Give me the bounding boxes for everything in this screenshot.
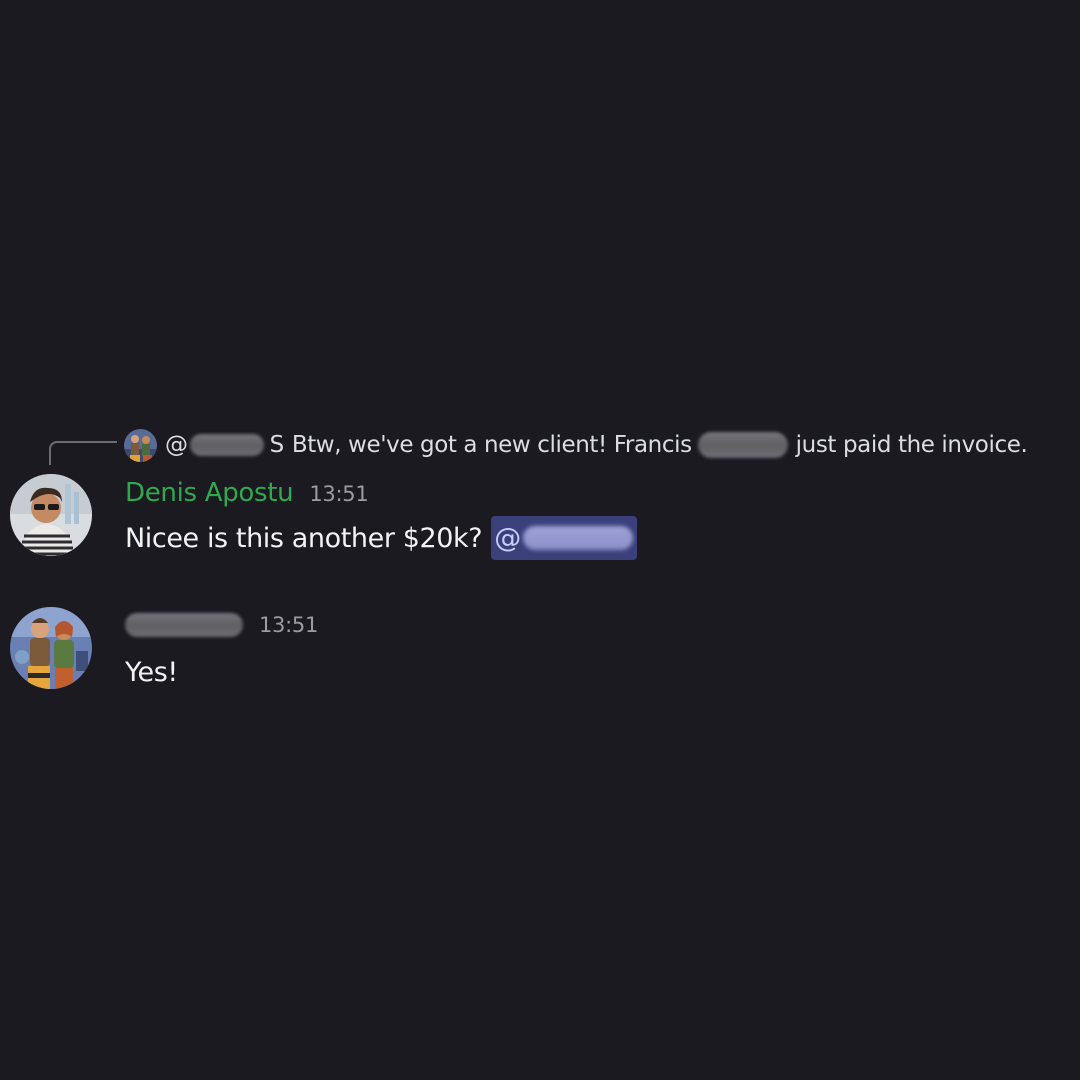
- reply-text-before: Btw, we've got a new client! Francis: [291, 432, 692, 458]
- reply-preview[interactable]: @ S Btw, we've got a new client! Francis…: [124, 428, 1028, 462]
- username[interactable]: Denis Apostu: [125, 478, 294, 508]
- reply-text-after: just paid the invoice.: [795, 432, 1028, 458]
- reply-author-avatar[interactable]: [124, 428, 157, 462]
- redacted-mention-name: [522, 526, 633, 550]
- reply-name-suffix: S: [269, 432, 285, 458]
- user-mention[interactable]: @: [491, 516, 637, 560]
- reply-connector: [49, 441, 117, 465]
- message-header: Denis Apostu 13:51: [125, 478, 369, 508]
- message-content: Nicee is this another $20k? @: [125, 516, 637, 560]
- mention-at: @: [494, 522, 521, 554]
- redacted-username[interactable]: [125, 613, 243, 637]
- timestamp[interactable]: 13:51: [309, 482, 368, 506]
- redacted-surname: [697, 432, 788, 458]
- timestamp[interactable]: 13:51: [259, 613, 318, 637]
- message-header: 13:51: [125, 613, 318, 637]
- redacted-username: [189, 434, 264, 456]
- message-text: Yes!: [125, 656, 178, 688]
- chat-view: @ S Btw, we've got a new client! Francis…: [0, 0, 1080, 1080]
- message-content: Yes!: [125, 650, 178, 694]
- message-text: Nicee is this another $20k?: [125, 522, 483, 554]
- user-avatar[interactable]: [10, 607, 92, 689]
- user-avatar[interactable]: [10, 474, 92, 556]
- reply-mention-at: @: [165, 432, 188, 458]
